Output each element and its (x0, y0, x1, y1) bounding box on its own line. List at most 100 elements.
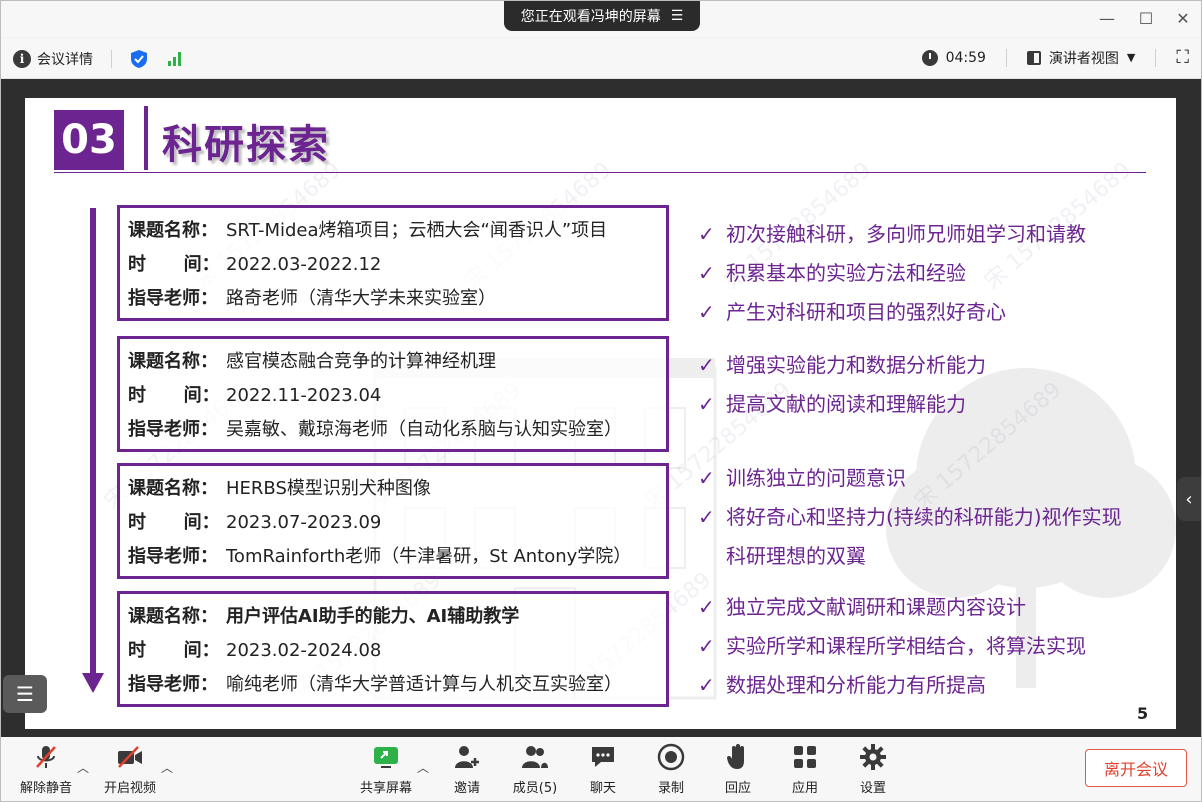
project-time: 2022.03-2022.12 (226, 254, 382, 275)
project-name: 用户评估AI助手的能力、AI辅助教学 (226, 606, 520, 627)
timeline-arrow-head (82, 673, 104, 693)
checkmark-icon: ✓ (698, 353, 715, 377)
react-label: 回应 (724, 781, 751, 796)
start-video-button[interactable]: 开启视频 (100, 743, 160, 796)
invite-label: 邀请 (453, 781, 480, 796)
checkmark-icon: ✓ (698, 595, 715, 619)
takeaway-group: ✓ 独立完成文献调研和课题内容设计 ✓ 实验所学和课程所学相结合，将算法实现 ✓ 数据… (698, 588, 1086, 705)
project-advisor: 路奇老师（清华大学未来实验室） (226, 288, 496, 309)
clock-icon (921, 49, 938, 66)
record-button[interactable]: 录制 (641, 743, 701, 796)
project-name-label: 课题名称： (128, 220, 218, 241)
info-bar: i 会议详情 04:59 演讲者视图 ▼ ⛶ (1, 39, 1201, 79)
project-name-label: 课题名称： (128, 606, 218, 627)
maximize-icon[interactable]: ☐ (1136, 9, 1156, 28)
info-icon[interactable]: i (13, 50, 31, 68)
project-time-label: 时 间： (128, 254, 220, 275)
meeting-timer: 04:59 (945, 49, 986, 66)
chevron-up-icon[interactable]: ︿ (77, 759, 89, 776)
takeaway-item: 独立完成文献调研和课题内容设计 (726, 595, 1026, 619)
video-off-icon (116, 743, 144, 771)
takeaway-item: 初次接触科研，多向师兄师姐学习和请教 (726, 222, 1086, 246)
apps-label: 应用 (791, 781, 818, 796)
project-advisor: TomRainforth老师（牛津暑研，St Antony学院） (226, 546, 632, 567)
checkmark-icon: ✓ (698, 392, 715, 416)
project-time-label: 时 间： (128, 640, 220, 661)
project-card: 课题名称： 用户评估AI助手的能力、AI辅助教学 时 间： 2023.02-2024… (117, 591, 669, 707)
minimize-icon[interactable]: — (1097, 9, 1117, 28)
chevron-down-icon[interactable]: ▼ (1127, 51, 1135, 64)
apps-grid-icon (791, 743, 819, 771)
share-screen-button[interactable]: 共享屏幕 (356, 743, 416, 796)
divider (1005, 48, 1007, 67)
fullscreen-icon[interactable]: ⛶ (1176, 47, 1189, 68)
record-label: 录制 (657, 781, 684, 796)
members-label: 成员(5) (512, 781, 558, 796)
project-card: 课题名称： 感官模态融合竞争的计算神经机理 时 间： 2022.11-2023.04… (117, 336, 669, 452)
takeaway-item: 产生对科研和项目的强烈好奇心 (726, 300, 1006, 324)
takeaway-item: 增强实验能力和数据分析能力 (726, 353, 986, 377)
project-advisor: 喻纯老师（清华大学普适计算与人机交互实验室） (226, 674, 622, 695)
title-underline (54, 172, 1146, 173)
view-mode-selector[interactable]: 演讲者视图 (1049, 48, 1119, 68)
project-advisor-label: 指导老师： (128, 546, 218, 567)
takeaway-group: ✓ 训练独立的问题意识 ✓ 将好奇心和坚持力(持续的科研能力)视作实现 科研理想的双… (698, 459, 1122, 576)
leave-meeting-button[interactable]: 离开会议 (1085, 749, 1187, 787)
chat-label: 聊天 (589, 781, 616, 796)
react-button[interactable]: 回应 (708, 743, 768, 796)
chevron-up-icon[interactable]: ︿ (161, 759, 173, 776)
checkmark-icon: ✓ (698, 634, 715, 658)
title-bar: 您正在观看冯坤的屏幕 ☰ — ☐ ✕ (1, 1, 1201, 37)
gear-icon (859, 743, 887, 771)
checkmark-icon: ✓ (698, 505, 715, 529)
share-screen-label: 共享屏幕 (359, 781, 412, 796)
takeaway-item: 将好奇心和坚持力(持续的科研能力)视作实现 (726, 505, 1122, 529)
members-icon (521, 743, 549, 771)
members-button[interactable]: 成员(5) (505, 743, 565, 796)
meeting-toolbar: 解除静音 ︿ 开启视频 ︿ 共享屏幕 ︿ 邀请 成员(5) 聊天 录制 回应 应… (1, 737, 1201, 801)
project-advisor-label: 指导老师： (128, 674, 218, 695)
project-advisor-label: 指导老师： (128, 419, 218, 440)
timeline-arrow-line (90, 208, 96, 678)
close-icon[interactable]: ✕ (1173, 9, 1193, 28)
network-signal-icon[interactable] (168, 52, 181, 66)
project-name: HERBS模型识别犬种图像 (226, 478, 431, 499)
chevron-up-icon[interactable]: ︿ (417, 759, 429, 776)
project-time-label: 时 间： (128, 512, 220, 533)
chevron-left-icon[interactable]: ‹ (1177, 477, 1201, 521)
project-card: 课题名称： HERBS模型识别犬种图像 时 间： 2023.07-2023.09 指… (117, 463, 669, 579)
divider (1155, 48, 1157, 67)
takeaway-item: 实验所学和课程所学相结合，将算法实现 (726, 634, 1086, 658)
takeaway-item: 提高文献的阅读和理解能力 (726, 392, 966, 416)
chat-button[interactable]: 聊天 (573, 743, 633, 796)
apps-button[interactable]: 应用 (775, 743, 835, 796)
checkmark-icon: ✓ (698, 466, 715, 490)
project-name: 感官模态融合竞争的计算神经机理 (226, 351, 496, 372)
title-accent-bar (144, 106, 148, 170)
unmute-label: 解除静音 (19, 781, 72, 796)
add-user-icon (453, 743, 481, 771)
takeaway-group: ✓ 初次接触科研，多向师兄师姐学习和请教 ✓ 积累基本的实验方法和经验 ✓ 产生对科研… (698, 215, 1086, 332)
project-name-label: 课题名称： (128, 351, 218, 372)
takeaway-group: ✓ 增强实验能力和数据分析能力 ✓ 提高文献的阅读和理解能力 (698, 346, 986, 424)
view-layout-icon[interactable] (1026, 50, 1041, 65)
project-card: 课题名称： SRT-Midea烤箱项目；云栖大会“闻香识人”项目 时 间： 2022… (117, 205, 669, 321)
page-number: 5 (1137, 704, 1149, 723)
takeaway-item: 数据处理和分析能力有所提高 (726, 673, 986, 697)
invite-button[interactable]: 邀请 (437, 743, 497, 796)
slide-title: 科研探索 (162, 122, 330, 168)
list-menu-icon[interactable]: ☰ (3, 675, 47, 713)
share-menu-icon[interactable]: ☰ (671, 8, 684, 24)
section-number: 03 (54, 110, 124, 170)
share-notice[interactable]: 您正在观看冯坤的屏幕 ☰ (504, 1, 700, 31)
chat-icon (589, 743, 617, 771)
unmute-button[interactable]: 解除静音 (16, 743, 76, 796)
raise-hand-icon (724, 743, 752, 771)
project-advisor: 吴嘉敏、戴琼海老师（自动化系脑与认知实验室） (226, 419, 622, 440)
settings-button[interactable]: 设置 (843, 743, 903, 796)
checkmark-icon: ✓ (698, 673, 715, 697)
project-time: 2023.02-2024.08 (226, 640, 382, 661)
meeting-details-link[interactable]: 会议详情 (37, 49, 93, 69)
takeaway-item-continuation: 科研理想的双翼 (726, 544, 866, 568)
security-shield-icon[interactable] (130, 49, 148, 69)
